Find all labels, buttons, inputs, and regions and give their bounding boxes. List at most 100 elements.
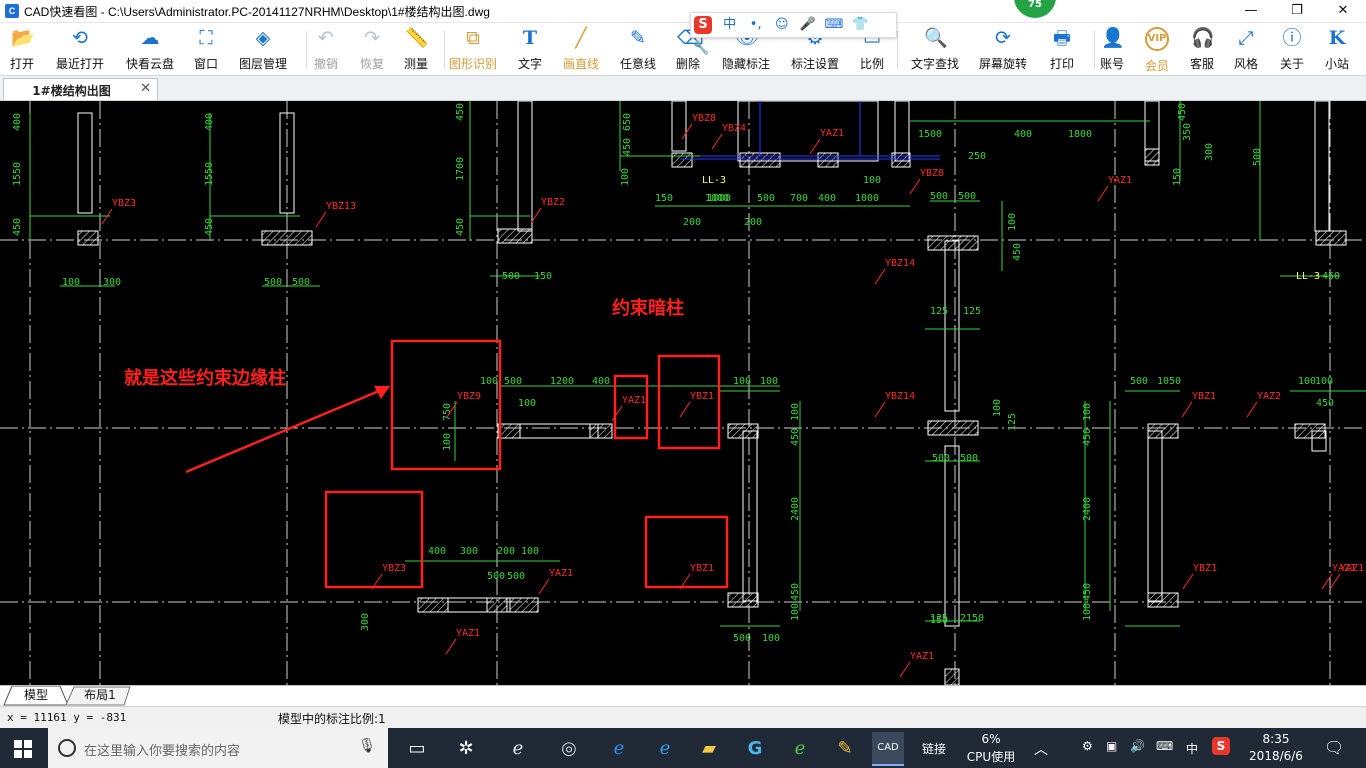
toolbar-style-button[interactable]: ⤢ 风格 [1231, 27, 1261, 73]
about-label: 关于 [1279, 57, 1304, 71]
input-lang[interactable]: 中 [1186, 740, 1198, 757]
leader-line [874, 268, 886, 285]
wall-outline [944, 240, 960, 412]
browser-swirl-icon[interactable]: ◎ [556, 736, 582, 762]
dimension-text: 100 [760, 376, 778, 387]
windows-start-icon[interactable] [10, 736, 36, 762]
toolbar-separator [306, 31, 307, 69]
text-label: 文字 [517, 57, 542, 71]
cad-app-icon[interactable]: CAD [872, 732, 904, 766]
toolbar-window-button[interactable]: ⛶ 窗口 [191, 27, 221, 73]
layout-tab-model[interactable]: 模型 [12, 686, 60, 705]
notes-icon[interactable]: ✎ [832, 736, 858, 762]
maximize-button[interactable]: ❐ [1274, 0, 1320, 22]
hatched-column [1147, 592, 1179, 608]
hatched-column [727, 423, 759, 439]
ime-lang-toggle[interactable]: 中 [719, 13, 740, 37]
cpu-label: CPU使用 [966, 750, 1016, 764]
tray-link[interactable]: 链接 [922, 740, 946, 757]
toolbar-undo-button[interactable]: ↶ 撤销 [311, 27, 341, 73]
tab-close-icon[interactable]: ✕ [140, 81, 151, 96]
toolbar-text-button[interactable]: T 文字 [515, 27, 545, 73]
tool-icon[interactable]: 🔧 [691, 37, 712, 61]
notification-icon[interactable]: 🗨 [1324, 738, 1344, 757]
toolbar-freeline-button[interactable]: ✎ 任意线 [618, 27, 658, 73]
column-label: YBZ2 [541, 197, 565, 208]
sogou-tray-icon[interactable]: S [1212, 737, 1230, 755]
dimension-text: 500 [1130, 376, 1148, 387]
close-button[interactable]: ✕ [1320, 0, 1366, 22]
toolbar-about-button[interactable]: ⓘ 关于 [1277, 27, 1307, 73]
dimension-text: 450 [790, 583, 801, 601]
dimension-text: 125 [963, 306, 981, 317]
toolbar-print-button[interactable]: 🖶 打印 [1047, 27, 1077, 73]
toolbar-layers-button[interactable]: ◈ 图层管理 [235, 27, 291, 73]
dimension-text: 100 [521, 546, 539, 557]
shape-label: 图形识别 [448, 57, 497, 71]
toolbar-recent-button[interactable]: ⟲ 最近打开 [53, 27, 107, 73]
mic-icon[interactable]: 🎙 [358, 738, 376, 754]
dimension-text: 500 [264, 277, 282, 288]
dimension-text: 500 [507, 571, 525, 582]
toolbar-service-button[interactable]: 🎧 客服 [1187, 27, 1217, 73]
dimension-text: 500 [757, 193, 775, 204]
line-label: 画直线 [562, 57, 599, 71]
file-explorer-icon[interactable]: ▰ [696, 736, 722, 762]
volume-icon[interactable]: 🔊 [1130, 739, 1145, 753]
toolbar-account-button[interactable]: 👤 账号 [1097, 27, 1127, 73]
about-icon: ⓘ [1282, 27, 1302, 49]
toolbar-site-button[interactable]: K 小站 [1322, 27, 1352, 73]
tray-expand-icon[interactable]: ︿ [1034, 739, 1048, 759]
dimension-text: 500 [502, 271, 520, 282]
dimension-text: 500 [487, 571, 505, 582]
green-browser-icon[interactable]: ℯ [787, 736, 813, 762]
keyboard-icon[interactable]: ⌨ [823, 13, 844, 37]
hatched-column [486, 597, 508, 613]
people-icon[interactable]: ⚙ [1082, 739, 1093, 753]
ie-old-icon[interactable]: ℯ [505, 736, 531, 762]
emoji-icon[interactable]: ☺ [771, 13, 792, 37]
line-icon: ╱ [575, 27, 587, 49]
leader-line [1182, 573, 1194, 590]
dimension-text: 100 [1082, 603, 1093, 621]
hatched-column [1315, 230, 1347, 246]
column-label: YAZ1 [820, 128, 844, 139]
hatched-column [944, 668, 960, 685]
keyboard-icon[interactable]: ⌨ [1156, 739, 1173, 753]
sogou-logo-icon[interactable]: S [694, 16, 712, 34]
dimension-text: 100 [790, 403, 801, 421]
taskbar-search[interactable]: 在这里输入你要搜索的内容 🎙 [48, 728, 388, 768]
toolbar-line-button[interactable]: ╱ 画直线 [561, 27, 601, 73]
dimension-text: 200 [497, 546, 515, 557]
task-view-icon[interactable]: ▭ [404, 736, 430, 762]
toolbar-shape-button[interactable]: ⧉ 图形识别 [445, 27, 501, 73]
toolbar-cloud-button[interactable]: ☁ 快看云盘 [122, 27, 178, 73]
dimension-text: 450 [1322, 271, 1340, 282]
ime-punct-toggle[interactable]: •, [745, 13, 766, 37]
app-icon: C [5, 4, 19, 18]
toolbar-find-button[interactable]: 🔍 文字查找 [907, 27, 963, 73]
layout-tab-layout1[interactable]: 布局1 [74, 686, 126, 705]
wall-outline [894, 101, 910, 162]
toolbar-measure-button[interactable]: 📏 测量 [401, 27, 431, 73]
hatched-column [1294, 423, 1326, 439]
annotation-highlight-box [613, 374, 649, 440]
clock-date: 2018/6/6 [1249, 749, 1303, 763]
drawing-canvas[interactable]: 400 1550 450 100 300 400 1550 450 500 500 450 1700 4… [0, 101, 1366, 685]
service-icon: 🎧 [1191, 27, 1215, 49]
fan-app-icon[interactable]: ✲ [453, 736, 479, 762]
ie-icon[interactable]: ℯ [652, 736, 678, 762]
column-label: YBZ1 [690, 563, 714, 574]
skin-icon[interactable]: 👕 [850, 13, 871, 37]
g-app-icon[interactable]: G [742, 736, 768, 762]
document-tab[interactable]: 1#楼结构出图 ✕ [3, 78, 158, 100]
network-icon[interactable]: ▣ [1106, 739, 1117, 753]
toolbar-rotate-button[interactable]: ⟳ 屏幕旋转 [975, 27, 1031, 73]
mic-icon[interactable]: 🎤 [797, 13, 818, 37]
edge-icon[interactable]: ℯ [606, 736, 632, 762]
toolbar-vip-button[interactable]: VIP 会员 [1142, 27, 1172, 73]
toolbar-redo-button[interactable]: ↷ 恢复 [357, 27, 387, 73]
minimize-button[interactable]: — [1228, 0, 1274, 22]
dimension-text: 500 [932, 453, 950, 464]
toolbar-open-button[interactable]: 📂 打开 [7, 27, 37, 73]
